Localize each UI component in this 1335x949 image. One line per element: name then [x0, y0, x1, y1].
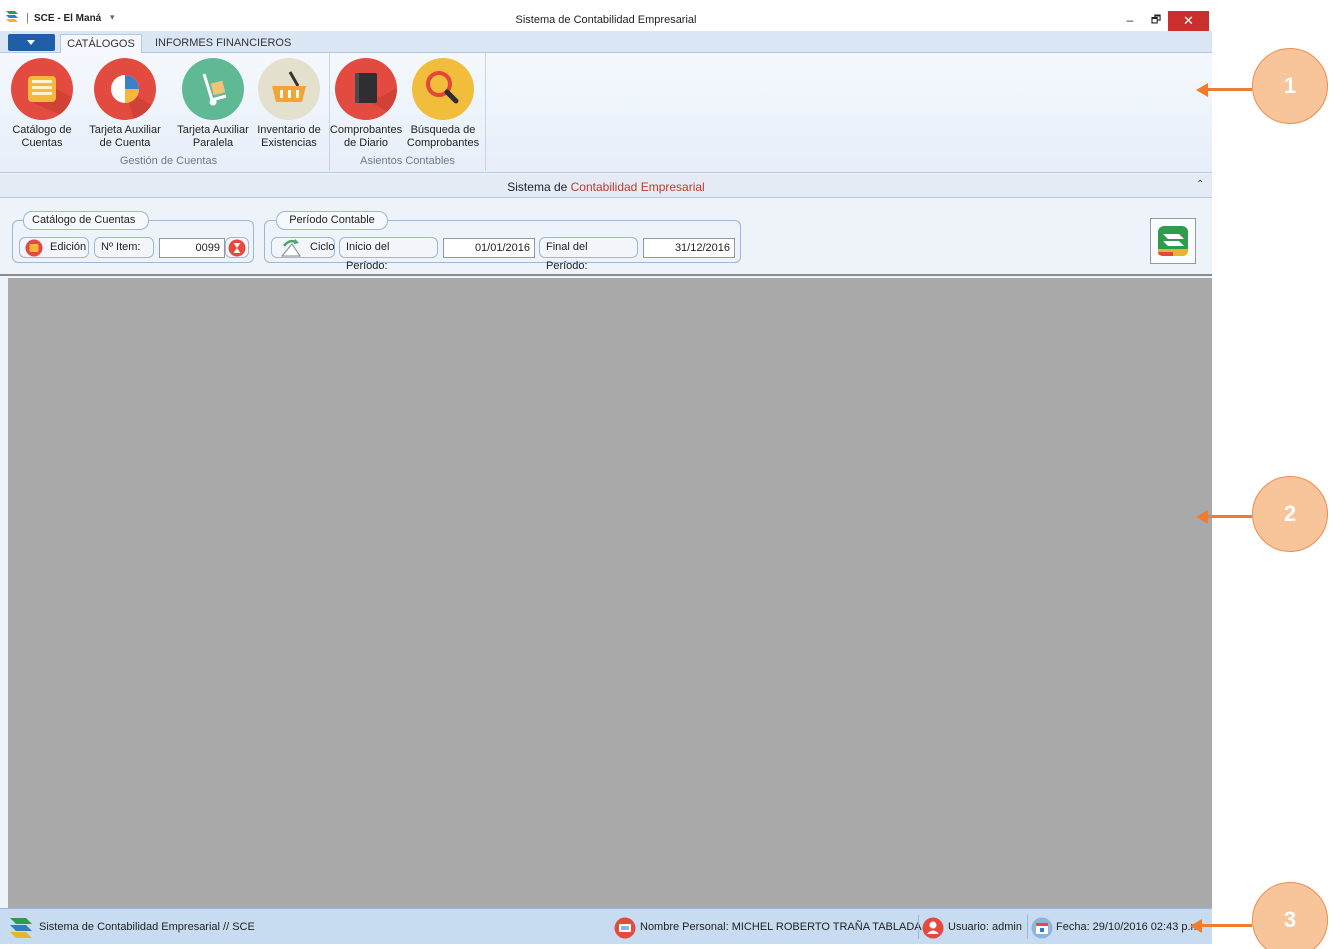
ribbon-group-asientos-contables: Comprobantes de Diario Búsqueda de Compr… — [330, 53, 486, 171]
collapse-chevron-icon[interactable]: ⌃ — [1196, 179, 1204, 190]
section-title-prefix: Sistema de — [507, 180, 571, 194]
inventory-label: Inventario de Existencias — [257, 124, 321, 149]
ribbon-group-label: Asientos Contables — [360, 155, 455, 167]
workspace-area[interactable] — [8, 278, 1212, 908]
accounting-period-group-title: Período Contable — [276, 211, 388, 230]
callout-1: 1 — [1252, 48, 1328, 124]
status-divider — [918, 915, 919, 939]
edit-catalog-icon — [25, 239, 43, 257]
hand-truck-icon — [182, 58, 244, 120]
search-vouchers-label: Búsqueda de Comprobantes — [406, 124, 480, 149]
period-start-label: Inicio del Período: — [339, 237, 438, 272]
edit-button[interactable]: Edición — [19, 237, 89, 258]
callout-arrowhead-1 — [1196, 83, 1208, 97]
period-end-field[interactable]: 31/12/2016 — [643, 238, 735, 258]
item-number-label: Nº Item: — [94, 237, 154, 258]
status-user: Usuario: admin — [948, 921, 1022, 933]
app-logo-icon — [1158, 226, 1188, 256]
aux-card-label: Tarjeta Auxiliar de Cuenta — [89, 124, 161, 149]
personal-name-icon — [614, 917, 636, 939]
catalog-accounts-group-title: Catálogo de Cuentas — [23, 211, 149, 230]
catalog-accounts-group: Catálogo de Cuentas Edición Nº Item: 009… — [12, 211, 254, 263]
application-window: | SCE - El Maná ▾ Sistema de Contabilida… — [0, 0, 1212, 944]
basket-icon — [258, 58, 320, 120]
application-menu-button[interactable] — [8, 34, 55, 51]
period-start-field[interactable]: 01/01/2016 — [443, 238, 535, 258]
callout-arrow-1 — [1208, 88, 1252, 91]
status-personal-name: Nombre Personal: MICHEL ROBERTO TRAÑA TA… — [640, 921, 922, 933]
status-bar: Sistema de Contabilidad Empresarial // S… — [0, 908, 1212, 944]
callout-arrow-3 — [1202, 924, 1252, 927]
user-icon — [922, 917, 944, 939]
parallel-aux-card-label: Tarjeta Auxiliar Paralela — [177, 124, 249, 149]
inventory-button[interactable]: Inventario de Existencias — [251, 58, 327, 150]
status-logo-icon — [10, 918, 32, 938]
cycle-button-label: Ciclo — [310, 241, 335, 253]
pie-chart-icon — [94, 58, 156, 120]
journal-vouchers-label: Comprobantes de Diario — [329, 124, 403, 149]
callout-arrow-2 — [1208, 515, 1252, 518]
window-title: Sistema de Contabilidad Empresarial — [515, 14, 697, 26]
callout-3: 3 — [1252, 882, 1328, 949]
callout-2: 2 — [1252, 476, 1328, 552]
aux-card-button[interactable]: Tarjeta Auxiliar de Cuenta — [87, 58, 163, 150]
parallel-aux-card-button[interactable]: Tarjeta Auxiliar Paralela — [175, 58, 251, 150]
tab-catalogos[interactable]: CATÁLOGOS — [60, 34, 142, 54]
edit-button-label: Edición — [50, 241, 87, 253]
status-divider — [1027, 915, 1028, 939]
restore-button[interactable]: 🗗 — [1144, 10, 1168, 30]
tool-panel: Catálogo de Cuentas Edición Nº Item: 009… — [0, 199, 1212, 276]
cycle-icon — [280, 239, 301, 257]
item-number-field[interactable]: 0099 — [159, 238, 225, 258]
item-clear-button[interactable] — [225, 237, 249, 258]
section-title-highlight: Contabilidad Empresarial — [570, 180, 705, 194]
callout-arrowhead-2 — [1196, 510, 1208, 524]
account-catalog-icon — [11, 58, 73, 120]
status-date: Fecha: 29/10/2016 02:43 p.m. — [1056, 921, 1203, 933]
cycle-button[interactable]: Ciclo — [271, 237, 335, 258]
section-title: Sistema de Contabilidad Empresarial — [0, 180, 1212, 194]
ribbon-tab-strip: CATÁLOGOS INFORMES FINANCIEROS — [0, 31, 1212, 54]
catalog-accounts-label: Catálogo de Cuentas — [12, 124, 72, 149]
search-vouchers-button[interactable]: Búsqueda de Comprobantes — [405, 58, 481, 150]
journal-vouchers-button[interactable]: Comprobantes de Diario — [328, 58, 404, 150]
calendar-icon — [1031, 917, 1053, 939]
status-app-text: Sistema de Contabilidad Empresarial // S… — [39, 921, 255, 933]
magnifier-icon — [412, 58, 474, 120]
tab-informes-financieros[interactable]: INFORMES FINANCIEROS — [155, 34, 291, 54]
hourglass-icon — [228, 239, 246, 257]
close-button[interactable]: ✕ — [1168, 11, 1209, 31]
title-bar: | SCE - El Maná ▾ Sistema de Contabilida… — [0, 0, 1212, 31]
section-header: Sistema de Contabilidad Empresarial ⌃ — [0, 174, 1212, 198]
minimize-button[interactable]: – — [1118, 10, 1142, 30]
ribbon-group-label: Gestión de Cuentas — [119, 155, 218, 167]
journal-book-icon — [335, 58, 397, 120]
app-logo-button[interactable] — [1150, 218, 1196, 264]
period-end-label: Final del Período: — [539, 237, 638, 272]
ribbon-group-gestion-cuentas: Catálogo de Cuentas Tarjeta Auxiliar de … — [8, 53, 330, 171]
catalog-accounts-button[interactable]: Catálogo de Cuentas — [4, 58, 80, 150]
accounting-period-group: Período Contable Ciclo Inicio del Períod… — [264, 211, 741, 272]
callout-arrowhead-3 — [1190, 919, 1202, 933]
ribbon-panel: Catálogo de Cuentas Tarjeta Auxiliar de … — [0, 53, 1212, 173]
